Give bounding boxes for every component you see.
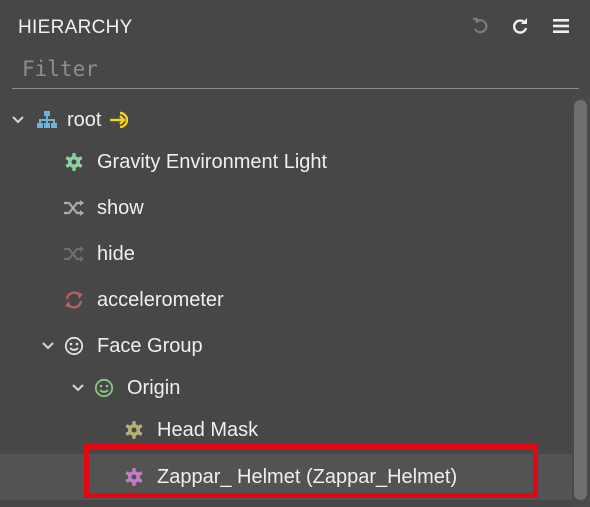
tree-item-hide[interactable]: hide <box>0 232 572 276</box>
refresh-icon <box>513 18 528 34</box>
vertical-scrollbar[interactable] <box>572 96 590 507</box>
shuffle-icon <box>63 197 85 219</box>
tree-item-label: show <box>97 196 144 219</box>
filter-field <box>12 52 579 89</box>
panel-header: HIERARCHY <box>0 0 590 52</box>
scrollbar-thumb[interactable] <box>574 100 587 500</box>
tree-item-label: Gravity Environment Light <box>97 150 328 173</box>
tree-item-label: hide <box>97 242 135 265</box>
gear-icon <box>63 151 85 173</box>
tree-item-label: Origin <box>127 376 181 399</box>
hierarchy-panel: HIERARCHY Filter root Gravity Environmen… <box>0 0 590 507</box>
tree-item-label: accelerometer <box>97 288 224 311</box>
tree-item-gravity-environment-light[interactable]: Gravity Environment Light <box>0 140 572 184</box>
tree-item-face-group[interactable]: Face Group <box>0 324 572 368</box>
tree-item-origin[interactable]: Origin <box>0 366 572 410</box>
chevron-down-icon[interactable] <box>11 113 25 127</box>
refresh-button[interactable] <box>508 14 532 38</box>
sync-icon <box>63 289 85 311</box>
smiley-icon <box>63 335 85 357</box>
entry-arrow-icon <box>108 109 134 131</box>
panel-title: HIERARCHY <box>18 17 133 38</box>
highlight-annotation <box>84 444 538 498</box>
undo-icon <box>473 17 488 34</box>
undo-button[interactable] <box>468 14 492 38</box>
tree-item-label: root <box>67 108 102 131</box>
gear-icon <box>123 419 145 441</box>
tree-item-label: Face Group <box>97 334 203 357</box>
tree-item-label: Head Mask <box>157 418 259 441</box>
tree-item-root[interactable]: root <box>0 98 572 142</box>
smiley-icon <box>93 377 115 399</box>
shuffle-icon <box>63 243 85 265</box>
hierarchy-icon <box>36 109 58 131</box>
menu-button[interactable] <box>549 14 573 38</box>
chevron-down-icon[interactable] <box>71 381 85 395</box>
filter-input[interactable] <box>12 52 579 86</box>
menu-icon <box>553 19 569 33</box>
tree-item-show[interactable]: show <box>0 186 572 230</box>
chevron-down-icon[interactable] <box>41 339 55 353</box>
tree-item-accelerometer[interactable]: accelerometer <box>0 278 572 322</box>
